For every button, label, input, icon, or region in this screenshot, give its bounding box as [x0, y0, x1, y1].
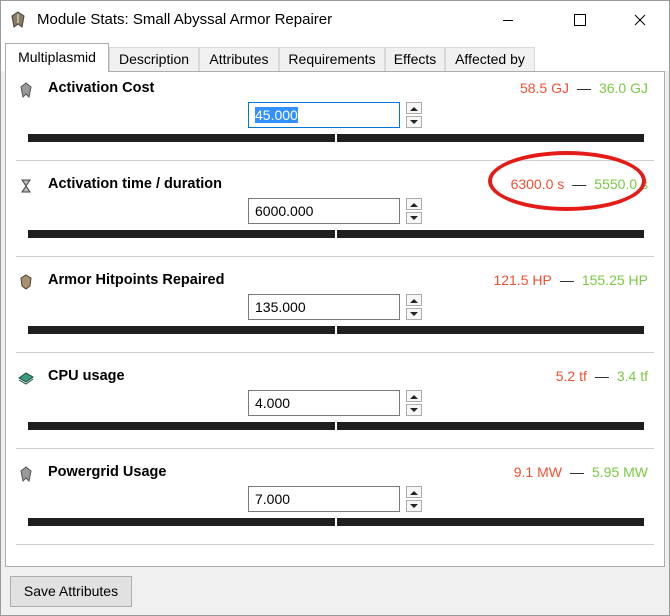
stat-label: Powergrid Usage	[48, 464, 167, 480]
stat-label: Activation Cost	[48, 80, 155, 96]
tab-description[interactable]: Description	[109, 47, 199, 71]
separator	[16, 352, 654, 353]
maximize-icon	[574, 14, 586, 26]
capacitor-icon	[18, 82, 34, 99]
stat-value-input[interactable]: 7.000	[248, 486, 400, 512]
stat-min-value: 9.1 MW	[513, 464, 562, 480]
stat-max-value: 36.0 GJ	[598, 80, 648, 96]
stat-label: Armor Hitpoints Repaired	[48, 272, 225, 288]
armor-repairer-icon	[10, 11, 26, 29]
title-bar[interactable]: Module Stats: Small Abyssal Armor Repair…	[1, 1, 669, 39]
value-spinner	[406, 198, 424, 224]
stat-max-value: 155.25 HP	[581, 272, 648, 288]
chevron-up-icon	[410, 106, 418, 111]
spin-down-button[interactable]	[406, 116, 422, 128]
range-separator: —	[559, 272, 574, 288]
stat-value-input[interactable]: 4.000	[248, 390, 400, 416]
module-stats-window: Module Stats: Small Abyssal Armor Repair…	[0, 0, 670, 616]
stat-slider[interactable]	[28, 518, 644, 526]
spin-up-button[interactable]	[406, 294, 422, 306]
cpu-icon	[18, 370, 34, 386]
multiplasmid-panel: Activation Cost 58.5 GJ — 36.0 GJ 45.000 A…	[5, 71, 665, 567]
chevron-down-icon	[410, 215, 418, 220]
chevron-down-icon	[410, 407, 418, 412]
tab-multiplasmid[interactable]: Multiplasmid	[5, 43, 109, 72]
close-icon	[634, 14, 646, 26]
stat-min-value: 58.5 GJ	[519, 80, 569, 96]
window-title: Module Stats: Small Abyssal Armor Repair…	[37, 11, 333, 28]
chevron-up-icon	[410, 202, 418, 207]
stat-value-input[interactable]: 135.000	[248, 294, 400, 320]
chevron-down-icon	[410, 503, 418, 508]
spin-up-button[interactable]	[406, 486, 422, 498]
tab-effects[interactable]: Effects	[385, 47, 445, 71]
separator	[16, 448, 654, 449]
powergrid-icon	[18, 466, 34, 483]
spin-up-button[interactable]	[406, 390, 422, 402]
stat-row-cpu-usage: CPU usage 5.2 tf — 3.4 tf 4.000	[6, 360, 664, 456]
tab-attributes[interactable]: Attributes	[199, 47, 279, 71]
chevron-up-icon	[410, 298, 418, 303]
stat-range: 5.2 tf — 3.4 tf	[556, 368, 648, 384]
spin-down-button[interactable]	[406, 308, 422, 320]
chevron-up-icon	[410, 490, 418, 495]
stat-max-value: 3.4 tf	[616, 368, 648, 384]
hourglass-icon	[18, 178, 34, 194]
tab-requirements[interactable]: Requirements	[279, 47, 385, 71]
spin-up-button[interactable]	[406, 102, 422, 114]
value-spinner	[406, 294, 424, 320]
range-separator: —	[569, 464, 584, 480]
range-separator: —	[576, 80, 591, 96]
slider-handle[interactable]	[335, 134, 337, 142]
minimize-icon	[503, 20, 513, 21]
stat-range: 58.5 GJ — 36.0 GJ	[520, 80, 648, 96]
armor-repair-icon	[18, 274, 34, 290]
stat-slider[interactable]	[28, 230, 644, 238]
stat-label: CPU usage	[48, 368, 125, 384]
tab-affected-by[interactable]: Affected by	[445, 47, 535, 71]
stat-slider[interactable]	[28, 134, 644, 142]
slider-handle[interactable]	[335, 518, 337, 526]
chevron-down-icon	[410, 311, 418, 316]
close-button[interactable]	[617, 1, 663, 39]
stat-range: 121.5 HP — 155.25 HP	[493, 272, 648, 288]
stat-max-value: 5.95 MW	[591, 464, 648, 480]
save-attributes-button[interactable]: Save Attributes	[10, 576, 132, 607]
slider-handle[interactable]	[335, 422, 337, 430]
value-spinner	[406, 390, 424, 416]
stat-value-input[interactable]: 45.000	[248, 102, 400, 128]
slider-handle[interactable]	[335, 230, 337, 238]
value-spinner	[406, 102, 424, 128]
stat-min-value: 5.2 tf	[555, 368, 587, 384]
slider-handle[interactable]	[335, 326, 337, 334]
spin-down-button[interactable]	[406, 404, 422, 416]
spin-up-button[interactable]	[406, 198, 422, 210]
separator	[16, 544, 654, 545]
stat-value-input[interactable]: 6000.000	[248, 198, 400, 224]
stat-min-value: 121.5 HP	[493, 272, 552, 288]
stat-label: Activation time / duration	[48, 176, 223, 192]
value-spinner	[406, 486, 424, 512]
stat-range: 9.1 MW — 5.95 MW	[514, 464, 648, 480]
stat-slider[interactable]	[28, 326, 644, 334]
spin-down-button[interactable]	[406, 500, 422, 512]
stat-row-powergrid-usage: Powergrid Usage 9.1 MW — 5.95 MW 7.000	[6, 456, 664, 552]
chevron-down-icon	[410, 119, 418, 124]
separator	[16, 256, 654, 257]
stat-slider[interactable]	[28, 422, 644, 430]
maximize-button[interactable]	[557, 1, 603, 39]
annotation-ellipse	[488, 151, 646, 211]
spin-down-button[interactable]	[406, 212, 422, 224]
minimize-button[interactable]	[485, 1, 531, 39]
stat-row-armor-hp-repaired: Armor Hitpoints Repaired 121.5 HP — 155.25…	[6, 264, 664, 360]
range-separator: —	[594, 368, 609, 384]
chevron-up-icon	[410, 394, 418, 399]
tab-strip: Multiplasmid Description Attributes Requ…	[1, 39, 669, 72]
